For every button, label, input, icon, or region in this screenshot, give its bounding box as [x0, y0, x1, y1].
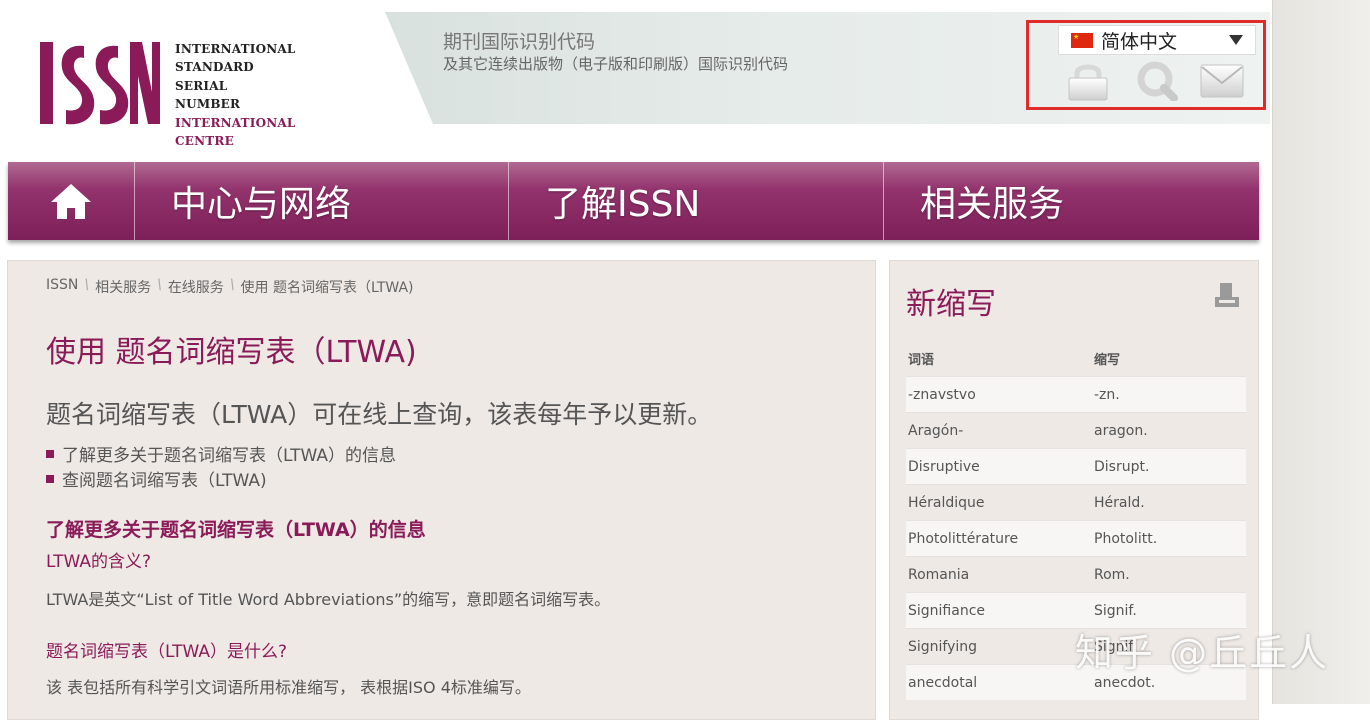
- table-header-row: 词语 缩写: [906, 345, 1246, 377]
- page-title: 使用 题名词缩写表（LTWA): [46, 335, 417, 370]
- breadcrumb-current: 使用 题名词缩写表（LTWA): [240, 280, 414, 296]
- bullet-link-text: 查阅题名词缩写表（LTWA): [62, 471, 267, 491]
- faq-question: 题名词缩写表（LTWA）是什么?: [46, 642, 288, 662]
- mail-icon[interactable]: [1199, 61, 1245, 101]
- cell-word: anecdotal: [906, 664, 1092, 700]
- cell-word: Aragón-: [906, 412, 1092, 449]
- nav-item-services[interactable]: 相关服务: [884, 162, 1259, 240]
- breadcrumb-separator: \: [84, 277, 90, 293]
- issn-logo[interactable]: INTERNATIONAL STANDARD SERIAL NUMBER INT…: [40, 40, 340, 148]
- nav-item-learn-issn[interactable]: 了解ISSN: [509, 162, 884, 240]
- column-header-abbr: 缩写: [1094, 353, 1121, 368]
- breadcrumb: ISSN \ 相关服务 \ 在线服务 \ 使用 题名词缩写表（LTWA): [46, 277, 414, 297]
- faq-question: LTWA的含义?: [46, 552, 152, 572]
- logo-line: NUMBER: [175, 97, 241, 112]
- dropdown-arrow-icon: [1229, 35, 1243, 45]
- sidebar-title: 新缩写: [906, 287, 996, 322]
- cell-abbr: Rom.: [1092, 556, 1246, 593]
- section-heading: 了解更多关于题名词缩写表（LTWA）的信息: [46, 519, 426, 541]
- cell-word: Disruptive: [906, 448, 1092, 485]
- breadcrumb-separator: \: [157, 277, 162, 293]
- cell-word: Signifying: [906, 628, 1092, 665]
- nav-home[interactable]: [8, 162, 135, 240]
- bullet-link-text: 了解更多关于题名词缩写表（LTWA）的信息: [62, 446, 397, 466]
- breadcrumb-link[interactable]: 在线服务: [168, 277, 224, 297]
- cell-word: -znavstvo: [906, 376, 1092, 413]
- table-row[interactable]: Photolittérature Photolitt.: [906, 520, 1246, 557]
- main-content-panel: ISSN \ 相关服务 \ 在线服务 \ 使用 题名词缩写表（LTWA) 使用 …: [7, 260, 876, 720]
- table-row[interactable]: -znavstvo -zn.: [906, 376, 1246, 413]
- bullet-square-icon: [46, 474, 54, 483]
- nav-item-center-network[interactable]: 中心与网络: [135, 162, 509, 240]
- table-row[interactable]: Aragón- aragon.: [906, 412, 1246, 449]
- main-navigation: 中心与网络 了解ISSN 相关服务: [8, 162, 1259, 240]
- china-flag-icon: [1071, 32, 1093, 48]
- cell-abbr: Hérald.: [1092, 484, 1246, 521]
- cell-abbr: Photolitt.: [1092, 520, 1246, 557]
- issn-logo-text: INTERNATIONAL STANDARD SERIAL NUMBER INT…: [175, 40, 340, 150]
- cell-word: Signifiance: [906, 592, 1092, 629]
- cell-abbr: Disrupt.: [1092, 448, 1246, 485]
- cell-word: Romania: [906, 556, 1092, 593]
- bullet-link-view-ltwa[interactable]: 查阅题名词缩写表（LTWA): [46, 466, 267, 491]
- logo-line: STANDARD: [175, 60, 254, 75]
- logo-line: SERIAL: [175, 78, 228, 93]
- table-row[interactable]: Disruptive Disrupt.: [906, 448, 1246, 485]
- faq-answer: LTWA是英文“List of Title Word Abbreviations…: [46, 590, 611, 609]
- search-icon[interactable]: [1134, 61, 1180, 101]
- lock-icon[interactable]: [1065, 61, 1111, 101]
- page-side-background: [1272, 0, 1370, 704]
- header-tagline-title: 期刊国际识别代码: [443, 31, 596, 53]
- cell-word: Photolittérature: [906, 520, 1092, 557]
- language-select[interactable]: 简体中文: [1058, 25, 1256, 55]
- breadcrumb-separator: \: [229, 277, 235, 293]
- column-header-word: 词语: [908, 353, 935, 368]
- table-row[interactable]: Héraldique Hérald.: [906, 484, 1246, 521]
- logo-line: INTERNATIONAL: [175, 42, 296, 56]
- breadcrumb-link[interactable]: 相关服务: [95, 277, 151, 297]
- home-icon: [51, 184, 91, 219]
- lead-text: 题名词缩写表（LTWA）可在线上查询，该表每年予以更新。: [46, 400, 713, 429]
- language-select-value: 简体中文: [1101, 30, 1178, 53]
- breadcrumb-link[interactable]: ISSN: [46, 277, 78, 297]
- print-icon[interactable]: [1213, 281, 1241, 309]
- watermark-text: 知乎 @丘丘人: [1075, 631, 1330, 675]
- logo-line-centre: INTERNATIONAL CENTRE: [175, 115, 296, 149]
- cell-word: Héraldique: [906, 484, 1092, 521]
- faq-answer: 该 表包括所有科学引文词语所用标准缩写， 表根据ISO 4标准编写。: [46, 678, 531, 697]
- bullet-link-learn-more[interactable]: 了解更多关于题名词缩写表（LTWA）的信息: [46, 441, 396, 466]
- table-row[interactable]: Romania Rom.: [906, 556, 1246, 593]
- header-tagline-subtitle: 及其它连续出版物（电子版和印刷版）国际识别代码: [443, 55, 789, 73]
- issn-logo-mark: [40, 42, 160, 125]
- cell-abbr: aragon.: [1092, 412, 1246, 449]
- bullet-square-icon: [46, 449, 54, 458]
- cell-abbr: -zn.: [1092, 376, 1246, 413]
